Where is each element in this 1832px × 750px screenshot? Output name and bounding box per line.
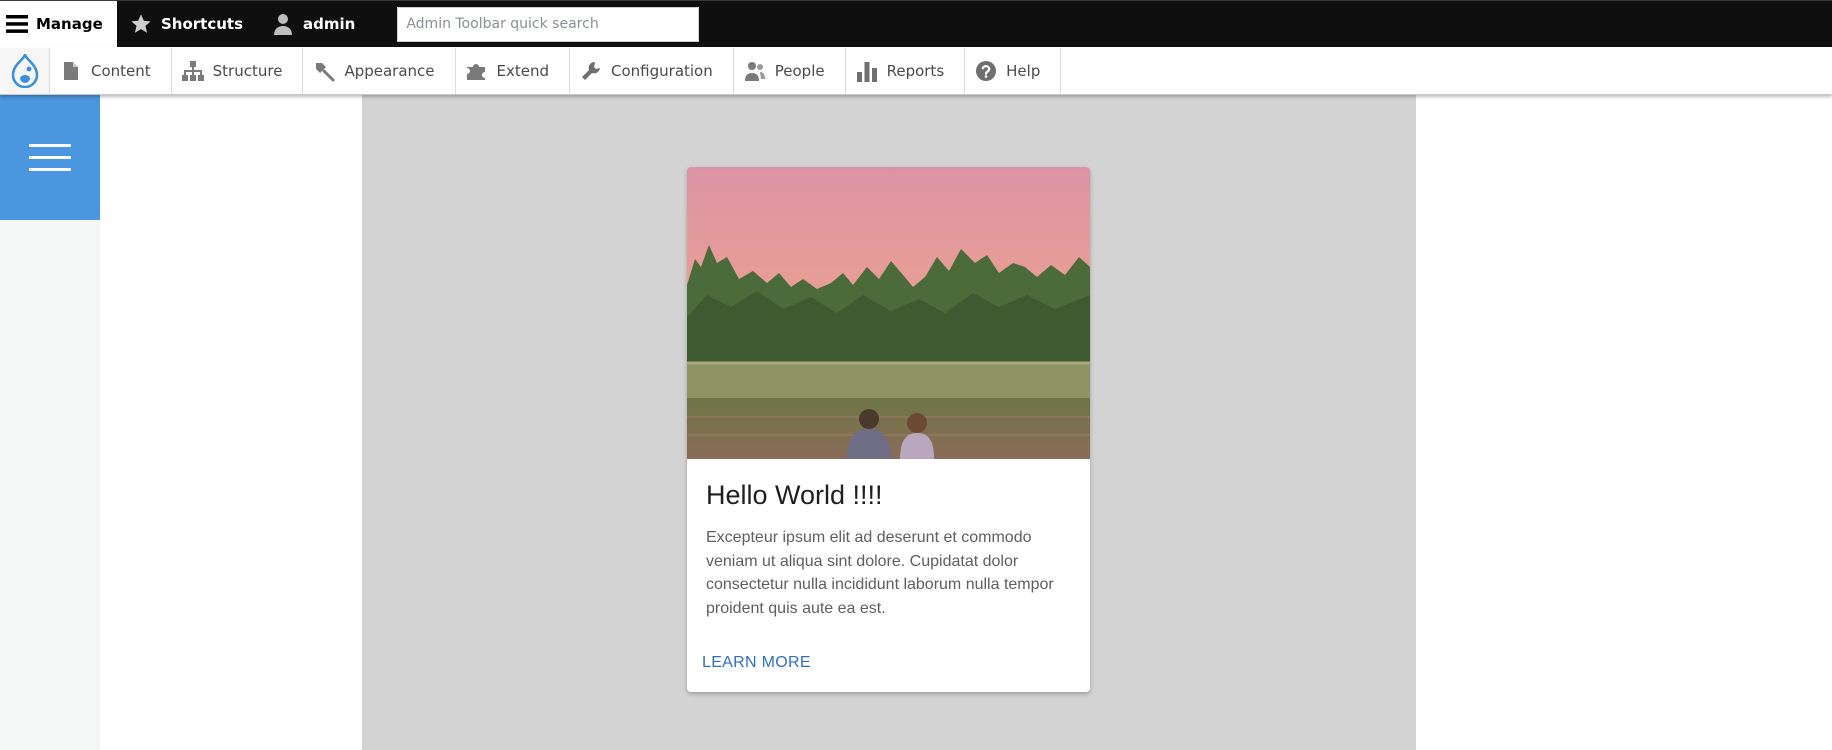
admin-toolbar: Manage Shortcuts admin (0, 0, 1832, 48)
drupal-logo[interactable] (0, 48, 50, 94)
menu-label-help: Help (1006, 62, 1041, 80)
menu-item-extend[interactable]: Extend (456, 48, 571, 94)
menu-item-people[interactable]: People (734, 48, 846, 94)
menu-item-appearance[interactable]: Appearance (303, 48, 456, 94)
wrench-icon (580, 60, 602, 82)
admin-search-input[interactable] (397, 6, 700, 42)
hamburger-icon (29, 135, 71, 180)
learn-more-link[interactable]: LEARN MORE (702, 654, 811, 672)
paintbrush-icon (313, 60, 335, 82)
menu-item-help[interactable]: Help (965, 48, 1062, 94)
menu-label-structure: Structure (212, 62, 283, 80)
menu-item-content[interactable]: Content (50, 48, 172, 94)
admin-menu: Content Structure Appearance Extend Conf… (0, 48, 1832, 95)
hamburger-icon (6, 12, 28, 36)
people-icon (744, 60, 766, 82)
card-image (687, 167, 1090, 459)
sidebar-toggle-button[interactable] (0, 95, 100, 220)
drupal-drop-icon (11, 54, 38, 88)
menu-label-extend: Extend (496, 62, 550, 80)
content-card: Hello World !!!! Excepteur ipsum elit ad… (687, 167, 1090, 692)
user-icon (271, 12, 295, 36)
user-label: admin (303, 15, 356, 33)
puzzle-icon (466, 60, 488, 82)
menu-label-configuration: Configuration (611, 62, 713, 80)
menu-item-configuration[interactable]: Configuration (570, 48, 734, 94)
bar-chart-icon (856, 60, 878, 82)
menu-item-structure[interactable]: Structure (172, 48, 304, 94)
help-icon (975, 60, 997, 82)
user-tab[interactable]: admin (261, 1, 373, 48)
menu-label-people: People (774, 62, 825, 80)
menu-item-reports[interactable]: Reports (846, 48, 966, 94)
file-icon (60, 60, 82, 82)
manage-label: Manage (36, 15, 103, 33)
menu-label-content: Content (91, 62, 151, 80)
menu-label-appearance: Appearance (344, 62, 435, 80)
shortcuts-label: Shortcuts (161, 15, 244, 33)
manage-tab[interactable]: Manage (0, 0, 117, 48)
menu-label-reports: Reports (886, 62, 945, 80)
sitemap-icon (181, 60, 204, 82)
shortcuts-tab[interactable]: Shortcuts (117, 1, 261, 48)
star-icon (129, 12, 153, 36)
card-body: Excepteur ipsum elit ad deserunt et comm… (706, 529, 1054, 617)
card-title: Hello World !!!! (706, 480, 883, 510)
